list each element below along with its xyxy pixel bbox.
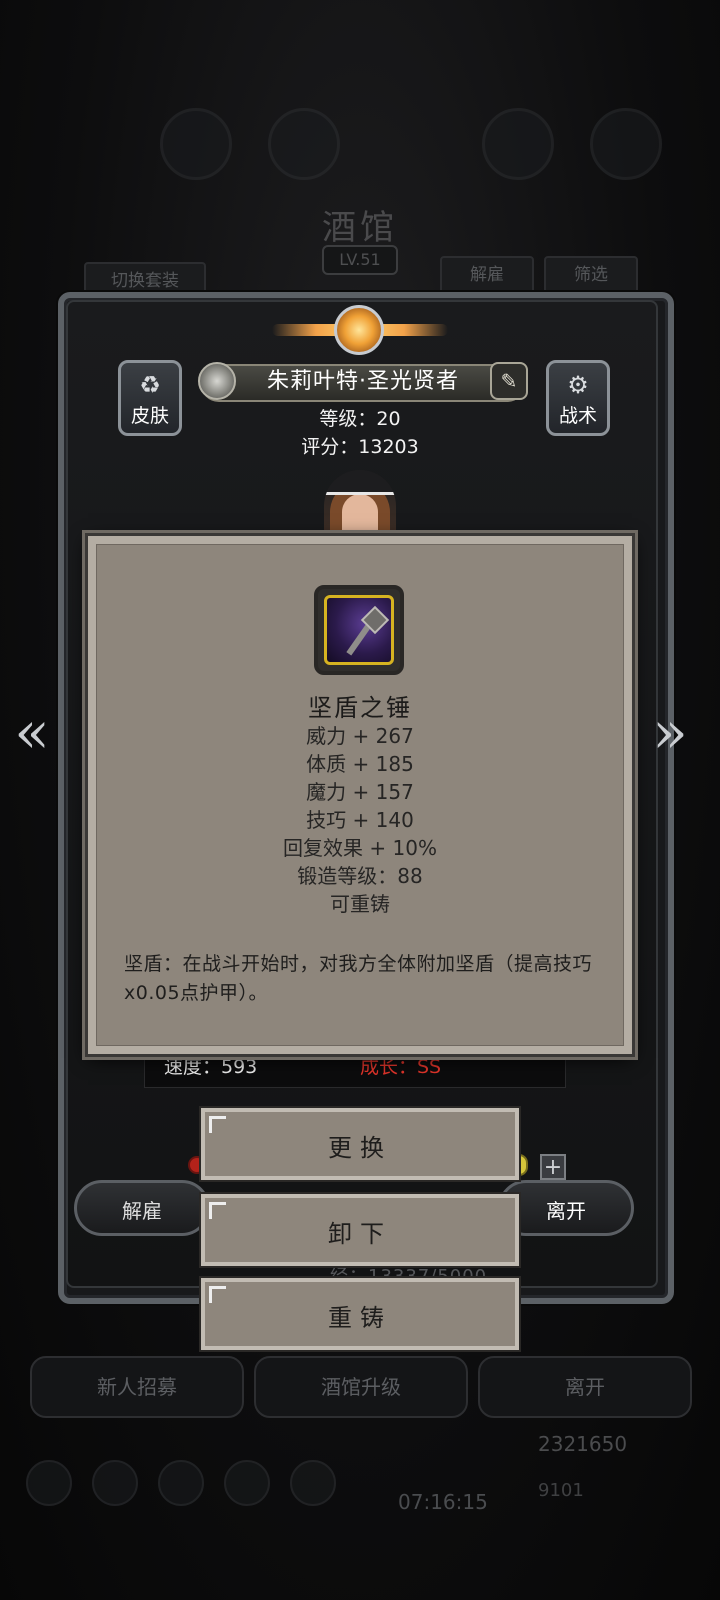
clock-text: 07:16:15 (398, 1490, 488, 1514)
item-stat: 回复效果 + 10% (283, 836, 437, 860)
hero-name: 朱莉叶特·圣光贤者 (267, 369, 459, 394)
reforge-button[interactable]: 重铸 (201, 1278, 519, 1350)
crest-emblem (272, 300, 448, 360)
gem-count: 9101 (538, 1480, 584, 1501)
menu-icon (482, 108, 554, 180)
item-name: 坚盾之锤 (308, 694, 412, 722)
item-stat: 魔力 + 157 (306, 780, 414, 804)
bottom-nav-icon[interactable] (158, 1460, 204, 1506)
menu-icon (268, 108, 340, 180)
mace-icon (324, 595, 394, 665)
prev-hero-arrow[interactable]: « (10, 700, 54, 764)
item-stat: 技巧 + 140 (306, 808, 414, 832)
bottom-nav-icon[interactable] (224, 1460, 270, 1506)
item-description: 坚盾：在战斗开始时，对我方全体附加坚盾（提高技巧x0.05点护甲）。 (124, 953, 593, 1004)
growth-stat: 成长：SS (360, 1056, 442, 1078)
dismiss-tab[interactable]: 解雇 (440, 256, 534, 294)
item-forge-level: 锻造等级：88 (297, 864, 423, 888)
dismiss-hero-button[interactable]: 解雇 (74, 1180, 210, 1236)
leave-tavern-button[interactable]: 离开 (478, 1356, 692, 1418)
speed-stat: 速度：593 (164, 1056, 258, 1078)
next-hero-arrow[interactable]: » (648, 700, 692, 764)
coin-count: 2321650 (538, 1432, 628, 1456)
tavern-level: LV.51 (322, 245, 398, 275)
tavern-title: 酒馆 (322, 208, 398, 248)
gear-icon: ⚙ (567, 371, 589, 399)
item-reforgeable: 可重铸 (330, 892, 390, 916)
tavern-upgrade-button[interactable]: 酒馆升级 (254, 1356, 468, 1418)
bottom-nav-icon[interactable] (92, 1460, 138, 1506)
shirt-icon: ♻ (139, 371, 161, 399)
replace-label: 更换 (328, 1134, 392, 1162)
recruit-button[interactable]: 新人招募 (30, 1356, 244, 1418)
unequip-button[interactable]: 卸下 (201, 1194, 519, 1266)
hero-score: 评分：13203 (301, 436, 419, 458)
edit-name-icon[interactable]: ✎ (490, 362, 528, 400)
add-icon[interactable]: + (540, 1154, 566, 1180)
menu-icon (160, 108, 232, 180)
item-stat: 体质 + 185 (306, 752, 414, 776)
reforge-label: 重铸 (328, 1304, 392, 1332)
item-stat: 威力 + 267 (306, 724, 414, 748)
hero-level: 等级：20 (319, 408, 401, 430)
bottom-nav-icon[interactable] (26, 1460, 72, 1506)
replace-button[interactable]: 更换 (201, 1108, 519, 1180)
rank-badge-icon (198, 362, 236, 400)
menu-icon (590, 108, 662, 180)
bottom-nav-icon[interactable] (290, 1460, 336, 1506)
unequip-label: 卸下 (328, 1220, 392, 1248)
filter-tab[interactable]: 筛选 (544, 256, 638, 294)
item-icon-frame (314, 585, 404, 675)
hero-portrait (324, 470, 396, 530)
